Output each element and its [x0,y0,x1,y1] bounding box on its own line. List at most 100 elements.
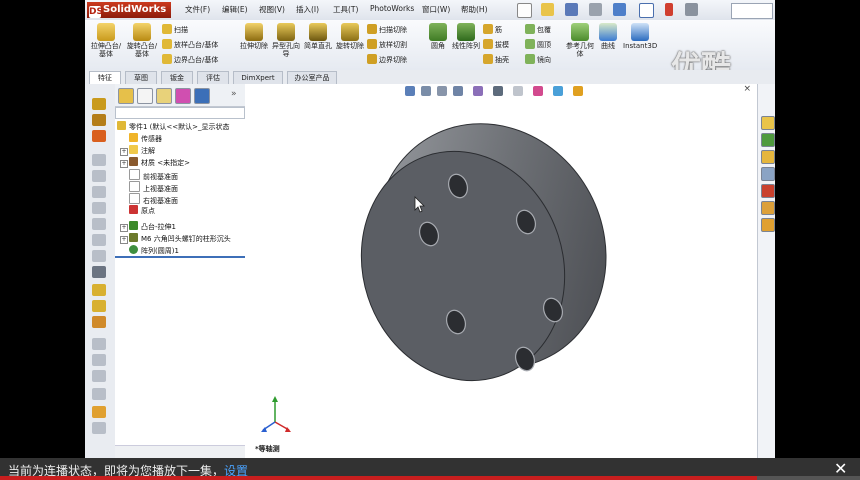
new-icon[interactable] [517,3,532,18]
menu-window[interactable]: 窗口(W) [422,4,450,15]
tab-features[interactable]: 特征 [89,71,121,84]
chevron-right-icon[interactable]: » [231,89,237,99]
tool-icon[interactable] [92,388,106,400]
plane-icon [129,169,140,180]
tree-root-part[interactable]: 零件1 (默认<<默认>_显示状态 [117,121,230,133]
extrude-boss-button[interactable]: 拉伸凸台/基体 [89,23,123,58]
rebuild-icon[interactable] [665,3,673,16]
options-icon[interactable] [685,3,698,16]
loft-cut-button[interactable]: 放样切割 [367,39,407,51]
menu-insert[interactable]: 插入(I) [296,4,319,15]
tool-icon[interactable] [92,130,106,142]
tab-sketch[interactable]: 草图 [125,71,157,84]
tool-icon[interactable] [92,284,106,296]
tool-icon[interactable] [92,202,106,214]
simple-hole-button[interactable]: 简单直孔 [301,23,335,50]
file-explorer-icon[interactable] [761,150,775,164]
search-input[interactable] [731,3,773,19]
open-icon[interactable] [541,3,554,16]
tree-filter-input[interactable] [115,107,245,119]
tree-item-right-plane[interactable]: 右视基准面 [129,193,178,205]
tool-icon[interactable] [92,186,106,198]
extrude-cut-button[interactable]: 拉伸切除 [237,23,271,50]
menu-view[interactable]: 视图(V) [259,4,285,15]
boundary-cut-button[interactable]: 边界切除 [367,54,407,66]
undo-icon[interactable] [613,3,626,16]
menu-edit[interactable]: 编辑(E) [222,4,248,15]
expand-icon[interactable]: + [120,224,128,232]
dome-button[interactable]: 圆顶 [525,39,551,51]
tree-item-sensors[interactable]: 传感器 [129,133,162,145]
revolve-boss-button[interactable]: 旋转凸台/基体 [125,23,159,58]
tree-item-front-plane[interactable]: 前视基准面 [129,169,178,181]
print-icon[interactable] [589,3,602,16]
loft-button[interactable]: 放样凸台/基体 [162,39,218,51]
sweep-cut-button[interactable]: 扫描切除 [367,24,407,36]
tab-office-products[interactable]: 办公室产品 [287,71,337,84]
video-progress-bar[interactable] [0,476,860,480]
tool-icon[interactable] [92,370,106,382]
tree-item-origin[interactable]: 原点 [129,205,155,217]
tree-item-top-plane[interactable]: 上视基准面 [129,181,178,193]
tool-icon[interactable] [92,354,106,366]
expand-icon[interactable]: + [120,160,128,168]
mirror-button[interactable]: 镜向 [525,54,551,66]
shell-button[interactable]: 抽壳 [483,54,509,66]
tool-icon[interactable] [92,114,106,126]
instant3d-button[interactable]: Instant3D [623,23,657,50]
tool-icon[interactable] [92,98,106,110]
extrude-icon [97,23,115,41]
menu-photoworks[interactable]: PhotoWorks [370,4,414,13]
tool-icon[interactable] [92,316,106,328]
feature-manager-icon[interactable] [118,88,134,104]
expand-icon[interactable]: + [120,148,128,156]
appearances-icon[interactable] [761,184,775,198]
wrap-button[interactable]: 包覆 [525,24,551,36]
select-icon[interactable] [639,3,654,18]
revolve-cut-button[interactable]: 旋转切除 [333,23,367,50]
tree-item-annotations[interactable]: 注解 [129,145,155,157]
flange-part[interactable] [332,84,649,409]
tool-icon[interactable] [92,154,106,166]
search-results-icon[interactable] [761,167,775,181]
tree-horizontal-scrollbar[interactable] [115,445,245,458]
configuration-manager-icon[interactable] [156,88,172,104]
tab-dimxpert[interactable]: DimXpert [233,71,283,84]
tool-icon[interactable] [92,218,106,230]
design-library-icon[interactable] [761,133,775,147]
forum-icon[interactable] [761,218,775,232]
tool-icon[interactable] [92,234,106,246]
graphics-area[interactable]: × *等轴测 [245,84,757,460]
sweep-button[interactable]: 扫描 [162,24,188,36]
tab-sheet-metal[interactable]: 钣金 [161,71,193,84]
menu-file[interactable]: 文件(F) [185,4,210,15]
menu-tools[interactable]: 工具(T) [333,4,358,15]
rollback-bar[interactable] [115,256,245,258]
tool-icon[interactable] [92,338,106,350]
draft-button[interactable]: 拔模 [483,39,509,51]
tree-item-material[interactable]: 材质 <未指定> [129,157,190,169]
rib-button[interactable]: 筋 [483,24,502,36]
tool-icon[interactable] [92,250,106,262]
boundary-boss-button[interactable]: 边界凸台/基体 [162,54,218,66]
curves-button[interactable]: 曲线 [591,23,625,50]
tool-icon[interactable] [92,300,106,312]
menu-help[interactable]: 帮助(H) [461,4,488,15]
tool-icon[interactable] [92,422,106,434]
tool-icon[interactable] [92,406,106,418]
part-model[interactable] [245,84,757,460]
tree-item-boss-extrude[interactable]: 凸台-拉伸1 [129,221,176,233]
hole-wizard-button[interactable]: 异型孔向导 [269,23,303,58]
custom-properties-icon[interactable] [761,201,775,215]
tab-evaluate[interactable]: 评估 [197,71,229,84]
tool-icon[interactable] [92,266,106,278]
expand-icon[interactable]: + [120,236,128,244]
linear-pattern-button[interactable]: 线性阵列 [449,23,483,50]
property-manager-icon[interactable] [137,88,153,104]
resources-icon[interactable] [761,116,775,130]
tool-icon[interactable] [92,170,106,182]
save-icon[interactable] [565,3,578,16]
dimxpert-manager-icon[interactable] [175,88,191,104]
tree-item-hole[interactable]: M6 六角凹头螺钉的柱形沉头 [129,233,231,245]
display-manager-icon[interactable] [194,88,210,104]
